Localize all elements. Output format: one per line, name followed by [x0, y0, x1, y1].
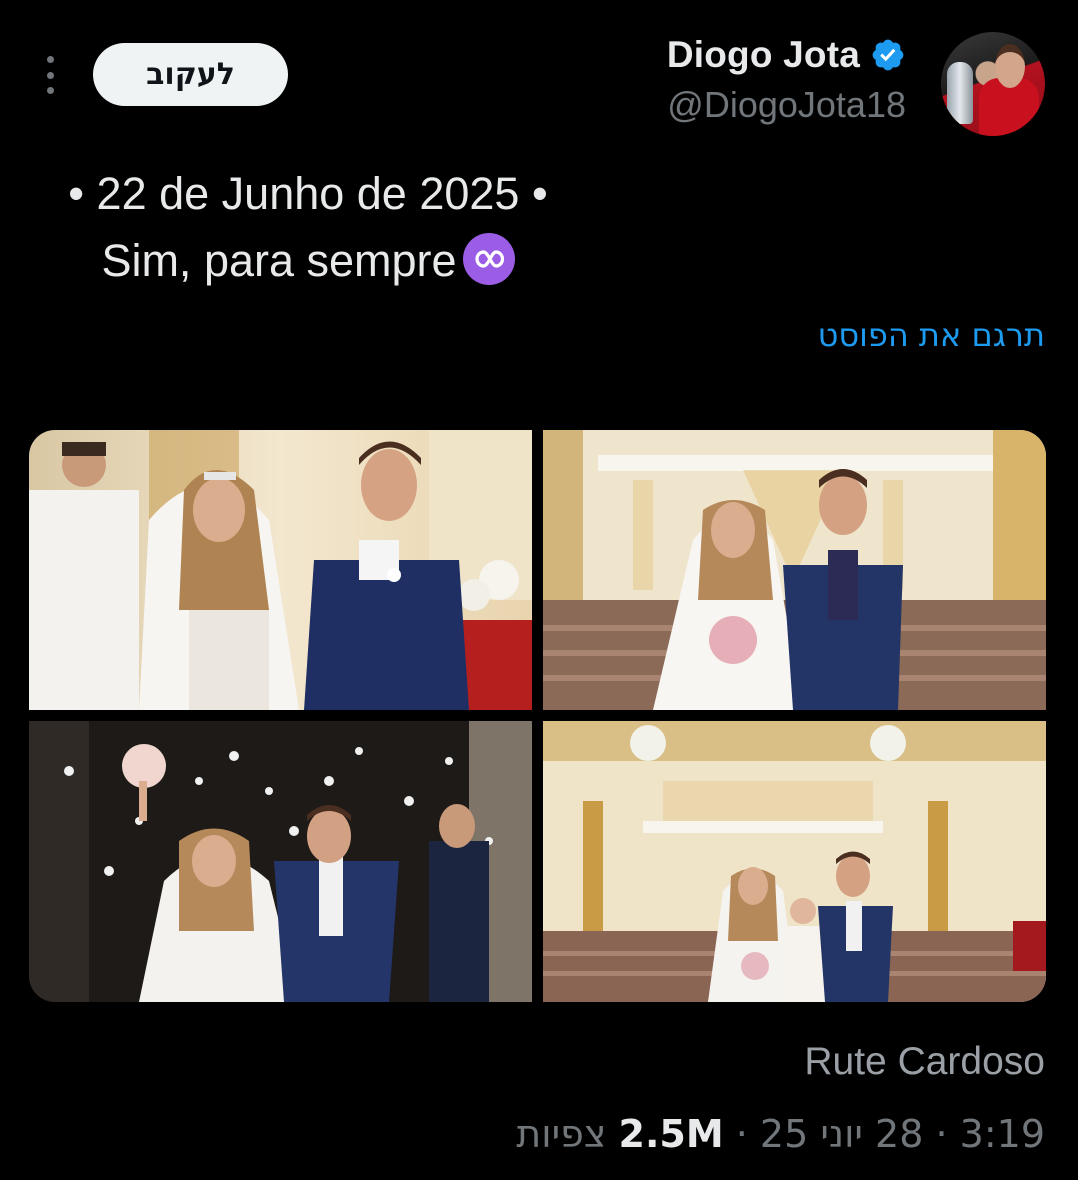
author-handle[interactable]: @DiogoJota18	[667, 84, 906, 126]
wedding-photo-1[interactable]	[29, 430, 532, 710]
wedding-photo-4[interactable]	[543, 721, 1046, 1002]
author-name-row[interactable]: Diogo Jota	[667, 34, 906, 76]
follow-button[interactable]: לעקוב	[93, 43, 288, 106]
views-count: 2.5M	[618, 1112, 724, 1156]
author-display-name[interactable]: Diogo Jota	[667, 34, 860, 76]
meta-separator: ·	[735, 1112, 748, 1156]
post-message-text: Sim, para sempre	[101, 235, 457, 286]
dot-shape	[46, 87, 54, 94]
wedding-photo-3[interactable]	[29, 721, 532, 1002]
post-line-message: Sim, para sempre	[28, 227, 588, 294]
more-vertical-icon[interactable]	[42, 56, 58, 94]
author-avatar[interactable]	[941, 32, 1045, 136]
infinity-icon	[462, 233, 515, 285]
verified-badge-icon	[872, 39, 904, 71]
photo-3-drawing	[29, 721, 532, 1002]
post-time[interactable]: 3:19	[960, 1112, 1045, 1156]
post-line-date: • 22 de Junho de 2025 •	[68, 168, 548, 219]
meta-separator: ·	[935, 1112, 948, 1156]
dot-shape	[46, 71, 54, 79]
photo-2-drawing	[543, 430, 1046, 710]
face-shape	[995, 44, 1025, 88]
post-meta-row: 3:19 · 28 יוני 25 · 2.5M צפיות	[516, 1112, 1045, 1156]
photo-4-drawing	[543, 721, 1046, 1002]
post-date[interactable]: 28 יוני 25	[760, 1112, 923, 1156]
dot-shape	[46, 56, 54, 63]
views-label: צפיות	[516, 1112, 607, 1156]
post-text: • 22 de Junho de 2025 • Sim, para sempre	[28, 160, 588, 294]
trophy-shape	[947, 62, 973, 124]
media-grid	[29, 430, 1046, 1002]
photo-1-drawing	[29, 430, 532, 710]
translate-post-link[interactable]: תרגם את הפוסט	[818, 316, 1045, 354]
wedding-photo-2[interactable]	[543, 430, 1046, 710]
photo-credit: Rute Cardoso	[804, 1040, 1045, 1083]
